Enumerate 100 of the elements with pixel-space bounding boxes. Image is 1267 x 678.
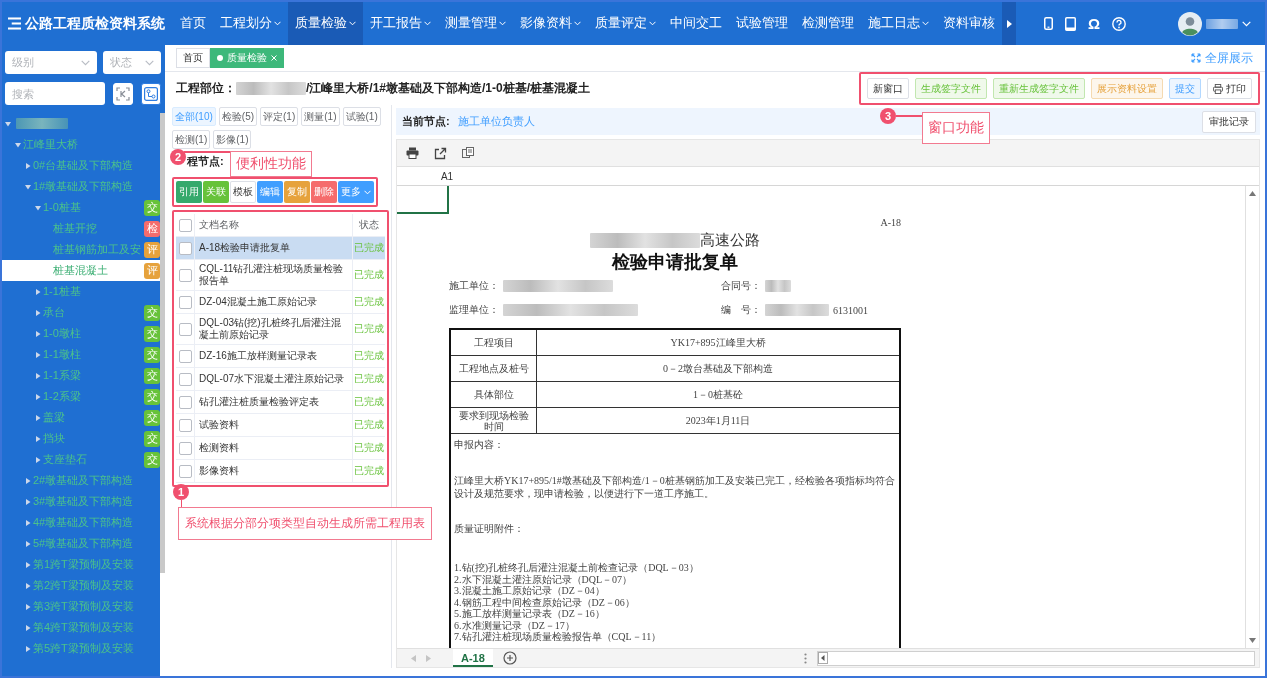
checkbox[interactable] xyxy=(178,349,192,363)
caret-right-icon[interactable] xyxy=(25,582,31,589)
tree-item[interactable]: 2#墩基础及下部构造 xyxy=(2,470,160,491)
action-button[interactable]: 展示资料设置 xyxy=(1091,78,1163,99)
caret-down-icon[interactable] xyxy=(15,141,21,148)
caret-right-icon[interactable] xyxy=(35,435,41,442)
nav-item[interactable]: 首页 xyxy=(173,2,213,45)
filter-tag[interactable]: 试验(1) xyxy=(342,107,381,126)
tree-item[interactable]: 桩基钢筋加工及安 评 xyxy=(2,239,160,260)
caret-right-icon[interactable] xyxy=(25,477,31,484)
chevron-down-icon[interactable] xyxy=(1242,20,1251,27)
caret-down-icon[interactable] xyxy=(35,204,41,211)
tree-item[interactable]: 桩基混凝土 评 xyxy=(2,260,160,281)
caret-right-icon[interactable] xyxy=(35,372,41,379)
filter-tag[interactable]: 检测(1) xyxy=(172,130,211,149)
printer-icon[interactable] xyxy=(406,147,419,159)
tree-item[interactable]: 第4跨T梁预制及安装 xyxy=(2,617,160,638)
toolbar-button[interactable]: 关联 xyxy=(203,181,229,203)
action-button[interactable]: 新窗口 xyxy=(867,78,909,99)
checkbox[interactable] xyxy=(178,268,192,282)
tree-item[interactable]: 第3跨T梁预制及安装 xyxy=(2,596,160,617)
scrollbar[interactable] xyxy=(817,650,1255,666)
phone-icon[interactable] xyxy=(1044,17,1053,30)
more-vertical-icon[interactable] xyxy=(804,652,807,664)
checkbox[interactable] xyxy=(178,295,192,309)
sheet-icon[interactable] xyxy=(462,147,474,159)
checkbox[interactable] xyxy=(178,322,192,336)
help-icon[interactable] xyxy=(1112,16,1127,31)
tree-item[interactable]: 1-1桩基 xyxy=(2,281,160,302)
table-row[interactable]: DQL-03钻(挖)孔桩终孔后灌注混凝土前原始记录 已完成 xyxy=(176,314,385,345)
add-icon[interactable] xyxy=(502,651,517,665)
table-row[interactable]: CQL-11钻孔灌注桩现场质量检验报告单 已完成 xyxy=(176,260,385,291)
search-field[interactable]: 搜索 xyxy=(5,82,105,105)
caret-right-icon[interactable] xyxy=(25,645,31,652)
caret-right-icon[interactable] xyxy=(35,456,41,463)
tree-item[interactable]: 第1跨T梁预制及安装 xyxy=(2,554,160,575)
filter-tag[interactable]: 评定(1) xyxy=(260,107,299,126)
checkbox[interactable] xyxy=(178,241,192,255)
tree-item[interactable]: 0#台基础及下部构造 xyxy=(2,155,160,176)
tree-item[interactable]: 1-0桩基 交 xyxy=(2,197,160,218)
table-row[interactable]: A-18检验申请批复单 已完成 xyxy=(176,237,385,260)
toolbar-button[interactable]: 复制 xyxy=(284,181,310,203)
omega-icon[interactable]: Ω xyxy=(1088,16,1101,31)
status-select[interactable]: 状态 xyxy=(103,51,161,74)
caret-right-icon[interactable] xyxy=(25,561,31,568)
scan-button[interactable] xyxy=(113,82,133,105)
caret-right-icon[interactable] xyxy=(25,519,31,526)
nav-item[interactable]: 开工报告 xyxy=(363,2,438,45)
tree-item[interactable]: 4#墩基础及下部构造 xyxy=(2,512,160,533)
tree-item[interactable]: 江峰里大桥 xyxy=(2,134,160,155)
sheet-tab[interactable]: A-18 xyxy=(453,649,493,667)
checkbox[interactable] xyxy=(178,418,192,432)
caret-right-icon[interactable] xyxy=(25,162,31,169)
nav-item[interactable]: 质量评定 xyxy=(588,2,663,45)
tree-item[interactable]: 1#墩基础及下部构造 xyxy=(2,176,160,197)
menu-icon[interactable] xyxy=(8,17,21,30)
table-row[interactable]: DZ-04混凝土施工原始记录 已完成 xyxy=(176,291,385,314)
checkbox[interactable] xyxy=(178,372,192,386)
caret-right-icon[interactable] xyxy=(35,351,41,358)
close-icon[interactable] xyxy=(271,55,277,61)
nav-item[interactable]: 试验管理 xyxy=(729,2,795,45)
tree-item[interactable]: 1-0墩柱 交 xyxy=(2,323,160,344)
table-row[interactable]: 钻孔灌注桩质量检验评定表 已完成 xyxy=(176,391,385,414)
caret-right-icon[interactable] xyxy=(35,288,41,295)
nav-item[interactable]: 中间交工 xyxy=(663,2,729,45)
caret-up-icon[interactable] xyxy=(1249,191,1256,196)
action-button[interactable]: 重新生成签字文件 xyxy=(993,78,1085,99)
toolbar-button[interactable]: 引用 xyxy=(176,181,202,203)
toolbar-button[interactable]: 模板 xyxy=(230,181,256,203)
scrollbar-thumb[interactable] xyxy=(160,113,165,573)
tree-item[interactable]: 支座垫石 交 xyxy=(2,449,160,470)
caret-right-icon[interactable] xyxy=(25,624,31,631)
caret-down-icon[interactable] xyxy=(5,120,11,127)
caret-right-icon[interactable] xyxy=(35,309,41,316)
toolbar-button[interactable]: 更多 xyxy=(338,181,374,203)
tree-item[interactable]: 盖梁 交 xyxy=(2,407,160,428)
tree-item[interactable]: 第5跨T梁预制及安装 xyxy=(2,638,160,659)
filter-tag[interactable]: 检验(5) xyxy=(218,107,258,126)
scroll-right-button[interactable] xyxy=(1002,2,1016,45)
caret-right-icon[interactable] xyxy=(25,540,31,547)
tree-item[interactable]: 1-2系梁 交 xyxy=(2,386,160,407)
caret-right-icon[interactable] xyxy=(35,330,41,337)
caret-down-icon[interactable] xyxy=(25,183,31,190)
tree-item[interactable]: 桩基开挖 检 xyxy=(2,218,160,239)
caret-right-icon[interactable] xyxy=(25,603,31,610)
avatar-icon[interactable] xyxy=(1178,11,1202,36)
caret-right-icon[interactable] xyxy=(25,498,31,505)
caret-left-icon[interactable] xyxy=(818,652,828,664)
selected-cell[interactable] xyxy=(397,186,449,214)
nav-item[interactable]: 测量管理 xyxy=(438,2,513,45)
caret-right-icon[interactable] xyxy=(35,414,41,421)
caret-down-icon[interactable] xyxy=(1249,638,1256,643)
table-row[interactable]: DQL-07水下混凝土灌注原始记录 已完成 xyxy=(176,368,385,391)
toolbar-button[interactable]: 编辑 xyxy=(257,181,283,203)
table-row[interactable]: DZ-16施工放样测量记录表 已完成 xyxy=(176,345,385,368)
table-row[interactable]: 试验资料 已完成 xyxy=(176,414,385,437)
nav-item[interactable]: 施工日志 xyxy=(861,2,936,45)
checkbox[interactable] xyxy=(178,218,192,232)
tab[interactable]: 质量检验 xyxy=(210,48,284,68)
tablet-icon[interactable] xyxy=(1065,16,1076,31)
